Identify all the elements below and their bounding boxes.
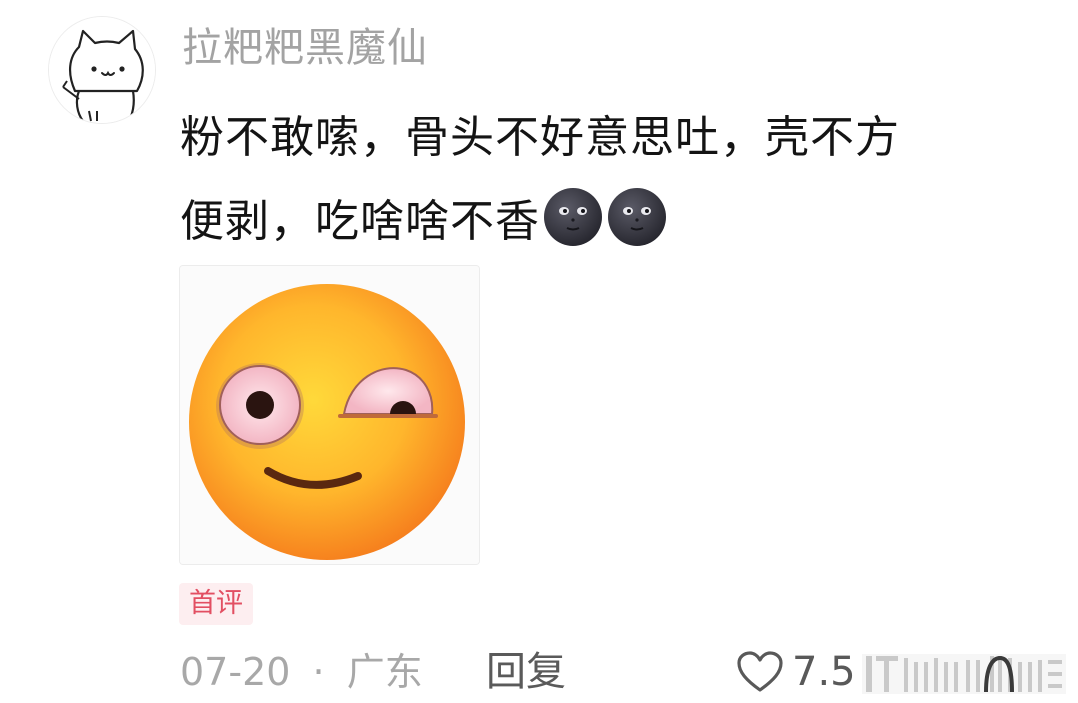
avatar[interactable] bbox=[48, 16, 156, 124]
comment-location: 广东 bbox=[346, 650, 423, 694]
like-button[interactable]: 7.5 bbox=[736, 644, 856, 700]
new-moon-face-icon bbox=[606, 186, 668, 248]
like-count: 7.5 bbox=[792, 649, 856, 695]
comment-date: 07-20 bbox=[180, 650, 291, 694]
comment-card: 拉粑粑黑魔仙 粉不敢嗦，骨头不好意思吐，壳不方 便剥，吃啥啥不香 首评 07-2… bbox=[0, 0, 1078, 703]
new-moon-face-icon bbox=[542, 186, 604, 248]
reply-button[interactable]: 回复 bbox=[486, 644, 566, 700]
comment-text: 粉不敢嗦，骨头不好意思吐，壳不方 便剥，吃啥啥不香 bbox=[180, 96, 1040, 264]
watermark-image bbox=[862, 648, 1072, 698]
cat-avatar-icon bbox=[49, 17, 155, 123]
comment-text-line-2-text: 便剥，吃啥啥不香 bbox=[180, 196, 540, 247]
flushed-emoji-icon bbox=[180, 266, 479, 564]
comment-image[interactable] bbox=[179, 265, 480, 565]
username[interactable]: 拉粑粑黑魔仙 bbox=[182, 22, 428, 74]
comment-meta: 07-20 · 广东 bbox=[180, 644, 423, 700]
meta-separator: · bbox=[312, 650, 325, 694]
comment-text-line-2: 便剥，吃啥啥不香 bbox=[180, 180, 1040, 264]
heart-icon bbox=[737, 651, 783, 692]
comment-text-line-1: 粉不敢嗦，骨头不好意思吐，壳不方 bbox=[180, 112, 900, 163]
first-comment-badge: 首评 bbox=[179, 583, 253, 625]
